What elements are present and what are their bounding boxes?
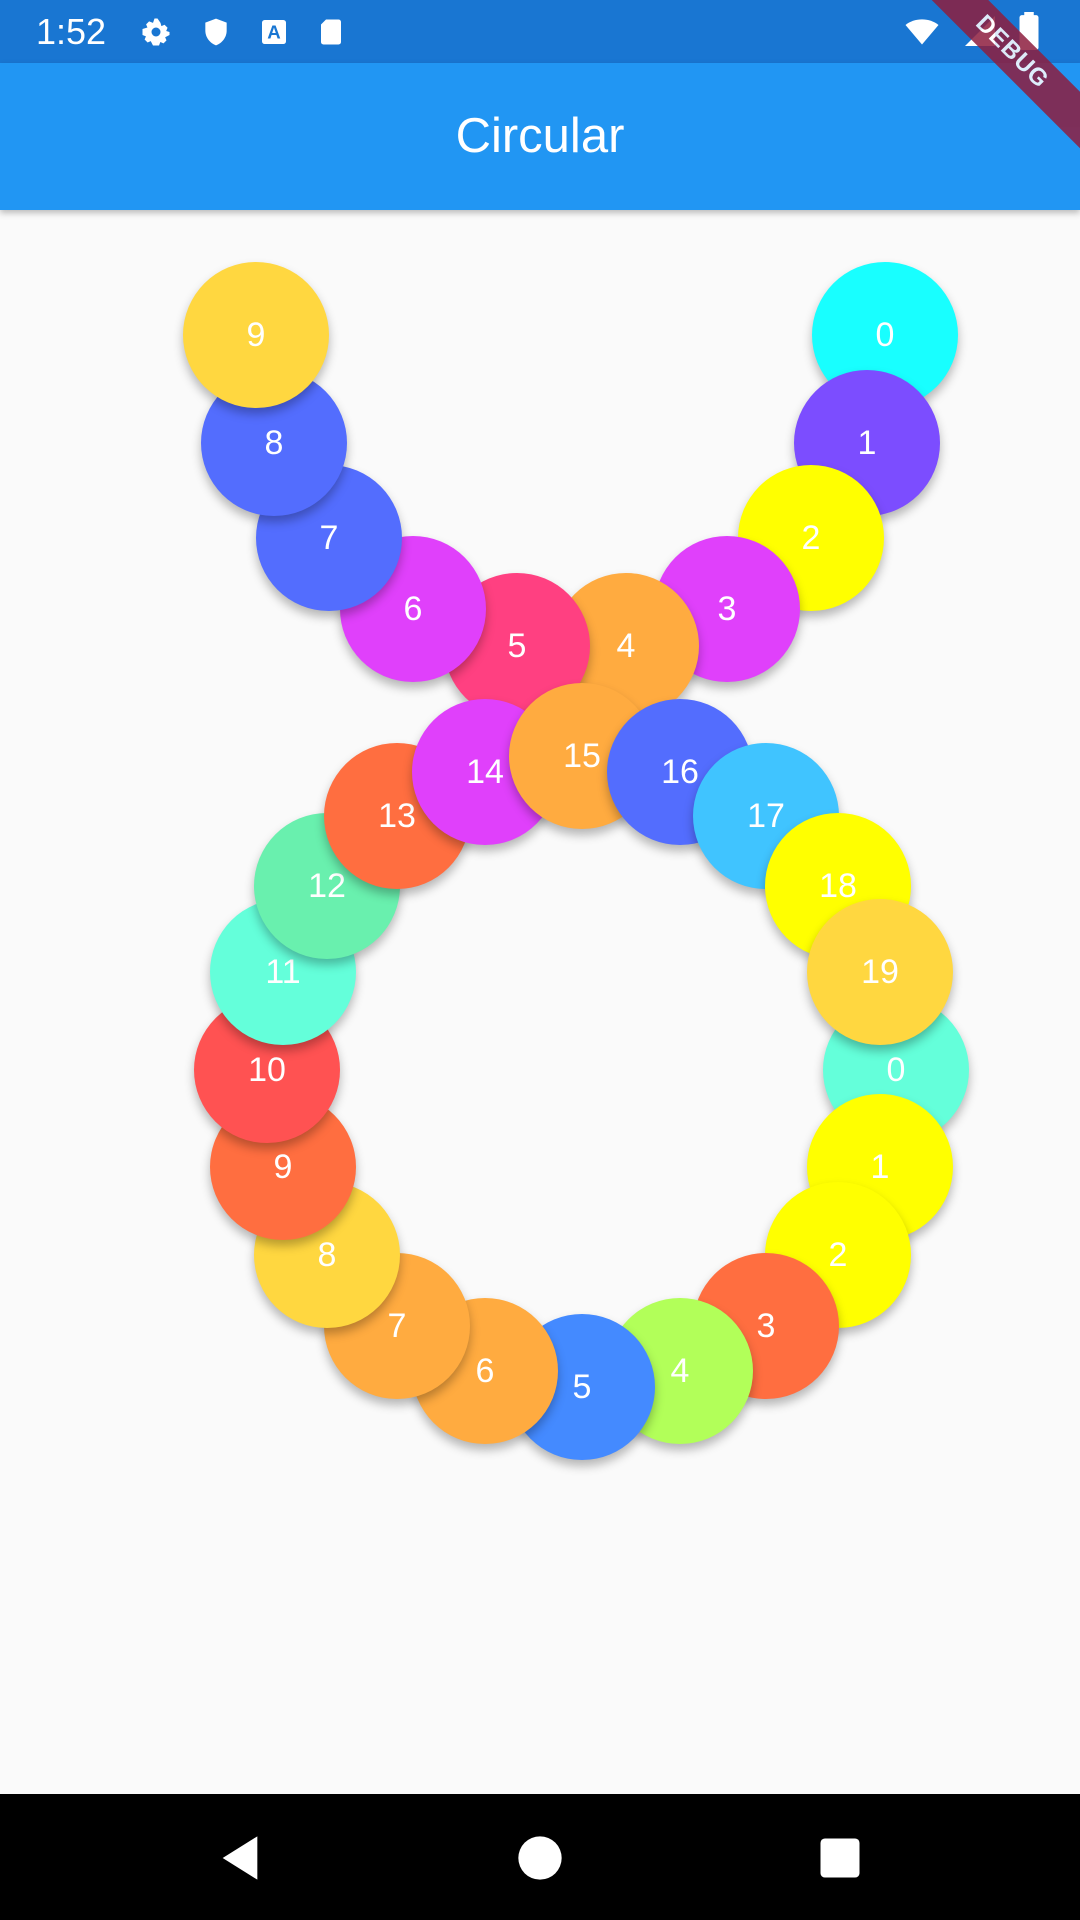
wifi-icon (905, 19, 939, 45)
arc-bubble-9[interactable]: 9 (183, 262, 329, 408)
navigation-bar (0, 1794, 1080, 1920)
recents-icon[interactable] (814, 1832, 866, 1884)
shield-icon (205, 18, 227, 46)
svg-text:A: A (267, 22, 280, 43)
sd-card-icon (321, 19, 341, 45)
ring-bubble-19[interactable]: 19 (807, 899, 953, 1045)
battery-icon (1019, 12, 1039, 50)
circular-content: 0123456789 0 1 2 3 4 5 6 7 8 9 10 11 12 13 14 15 16 17 18 1… (0, 210, 1080, 1794)
status-bar: 1:52 A (0, 0, 1080, 63)
page-title: Circular (455, 109, 625, 163)
gear-icon (142, 18, 170, 46)
home-icon[interactable] (514, 1832, 566, 1884)
status-time: 1:52 (36, 11, 107, 52)
app-bar: Circular (0, 63, 1080, 210)
a-icon: A (262, 20, 286, 44)
status-icons: A (138, 14, 346, 50)
back-icon[interactable] (214, 1832, 266, 1884)
signal-icon (965, 16, 995, 46)
status-right-icons (902, 12, 1040, 50)
